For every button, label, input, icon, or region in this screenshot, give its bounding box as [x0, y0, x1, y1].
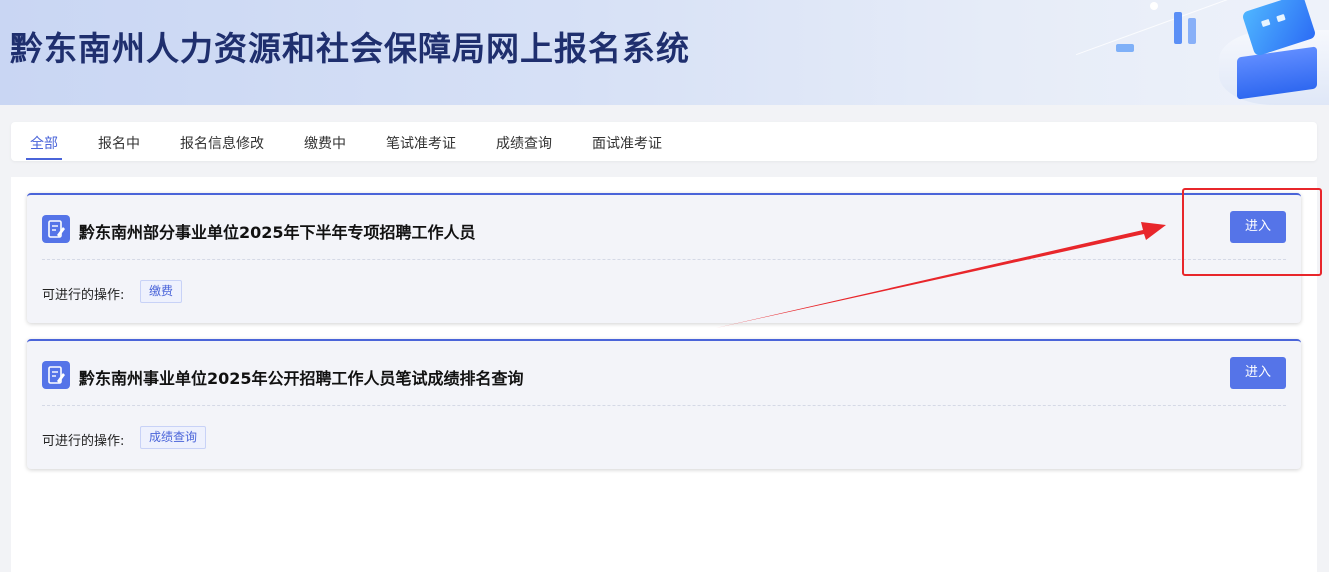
- enter-button[interactable]: 进入: [1230, 211, 1286, 243]
- page-title: 黔东南州人力资源和社会保障局网上报名系统: [10, 29, 690, 68]
- edit-document-icon: [42, 361, 70, 389]
- exam-card: 黔东南州部分事业单位2025年下半年专项招聘工作人员 进入 可进行的操作: 缴费: [27, 193, 1301, 323]
- divider: [42, 405, 1286, 406]
- available-actions-label: 可进行的操作:: [42, 288, 125, 303]
- enter-button[interactable]: 进入: [1230, 357, 1286, 389]
- tab-registration-edit[interactable]: 报名信息修改: [180, 133, 264, 153]
- tab-all[interactable]: 全部: [26, 133, 62, 160]
- banner-decoration-bar: [1188, 18, 1196, 44]
- banner-decoration-block: [1116, 44, 1134, 52]
- exam-card: 黔东南州事业单位2025年公开招聘工作人员笔试成绩排名查询 进入 可进行的操作:…: [27, 339, 1301, 469]
- tab-written-exam-ticket[interactable]: 笔试准考证: [386, 133, 456, 153]
- banner-decoration-bar: [1174, 12, 1182, 44]
- status-tab-bar: 全部 报名中 报名信息修改 缴费中 笔试准考证 成绩查询 面试准考证: [11, 122, 1317, 161]
- tab-score-query[interactable]: 成绩查询: [496, 133, 552, 153]
- action-tag-score-query[interactable]: 成绩查询: [140, 426, 207, 449]
- exam-list-panel: 黔东南州部分事业单位2025年下半年专项招聘工作人员 进入 可进行的操作: 缴费…: [11, 177, 1317, 572]
- tab-payment[interactable]: 缴费中: [304, 133, 346, 153]
- tab-registering[interactable]: 报名中: [98, 133, 140, 153]
- action-tag-payment[interactable]: 缴费: [140, 280, 183, 303]
- exam-title: 黔东南州事业单位2025年公开招聘工作人员笔试成绩排名查询: [79, 369, 524, 388]
- divider: [42, 259, 1286, 260]
- banner-decoration-dot: [1150, 2, 1158, 10]
- edit-document-icon: [42, 215, 70, 243]
- tab-interview-ticket[interactable]: 面试准考证: [592, 133, 662, 153]
- header-banner: 黔东南州人力资源和社会保障局网上报名系统: [0, 0, 1329, 105]
- available-actions-label: 可进行的操作:: [42, 434, 125, 449]
- exam-title: 黔东南州部分事业单位2025年下半年专项招聘工作人员: [79, 223, 476, 242]
